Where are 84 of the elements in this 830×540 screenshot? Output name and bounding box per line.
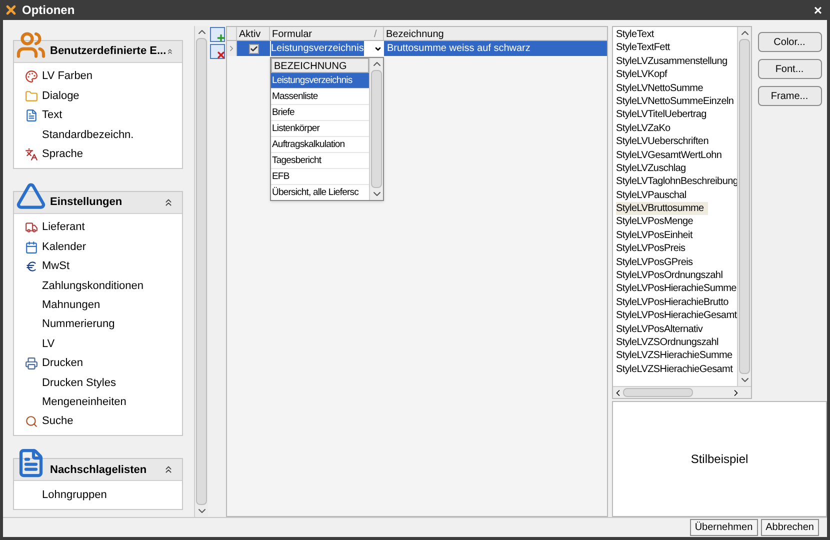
style-list-item[interactable]: StyleLVPosHierachieGesamt xyxy=(616,309,737,323)
close-button[interactable]: × xyxy=(810,3,826,17)
sidebar-item[interactable]: LV Farben xyxy=(42,68,93,85)
sort-mark: / xyxy=(374,27,384,40)
style-list-item[interactable]: StyleLVZuschlag xyxy=(616,162,690,176)
palette-icon xyxy=(24,70,38,84)
style-list-item[interactable]: StyleLVPosMenge xyxy=(616,215,698,229)
table-cell-text: Bruttosumme weiss auf schwarz xyxy=(386,42,532,56)
group-title: Einstellungen xyxy=(50,195,124,210)
delete-row-icon[interactable] xyxy=(210,44,224,59)
app-logo-icon xyxy=(4,3,18,17)
style-list-item[interactable]: StyleLVPosGPreis xyxy=(616,256,697,270)
scrollbar-thumb[interactable] xyxy=(371,70,382,188)
scrollbar-thumb[interactable] xyxy=(196,38,207,505)
sidebar-item[interactable]: Drucken Styles xyxy=(42,374,116,392)
style-list-item[interactable]: StyleLVPosEinheit xyxy=(616,228,696,242)
style-list-item[interactable]: StyleTextFett xyxy=(616,41,674,55)
sidebar-item[interactable]: Text xyxy=(42,107,62,124)
style-list-item[interactable]: StyleLVPauschal xyxy=(616,188,690,202)
style-list-item[interactable]: StyleLVPosHierachieBrutto xyxy=(616,296,732,310)
dialog-button[interactable]: Übernehmen xyxy=(690,519,758,536)
dropdown-caret-icon[interactable] xyxy=(374,44,382,52)
window-title: Optionen xyxy=(22,2,75,19)
style-preview-text: Stilbeispiel xyxy=(690,451,748,468)
row-indicator-icon xyxy=(227,44,236,53)
dropdown-option[interactable]: Leistungsverzeichnis xyxy=(271,73,369,89)
style-list-item[interactable]: StyleLVZaKo xyxy=(616,122,674,136)
style-list-item[interactable]: StyleText xyxy=(616,28,658,42)
sidebar-item[interactable]: MwSt xyxy=(42,258,70,275)
sidebar-item[interactable]: LV xyxy=(42,336,55,352)
sidebar-item[interactable]: Dialoge xyxy=(42,88,80,104)
add-row-icon[interactable] xyxy=(210,27,224,42)
scrollbar-thumb[interactable] xyxy=(739,39,750,374)
style-button[interactable]: Color... xyxy=(758,32,822,52)
column-header[interactable]: Bezeichnung xyxy=(384,27,607,40)
collapse-icon[interactable] xyxy=(163,196,174,208)
folder-icon xyxy=(24,90,38,103)
sidebar-item[interactable]: Lohngruppen xyxy=(42,486,107,504)
dialog-button[interactable]: Abbrechen xyxy=(760,519,819,536)
style-list-item[interactable]: StyleLVZusammenstellung xyxy=(616,54,732,68)
people-icon xyxy=(16,30,46,60)
document-icon xyxy=(24,108,38,122)
style-list-item[interactable]: StyleLVBruttosumme xyxy=(616,202,708,216)
style-list-item[interactable]: StyleLVZSHierachieGesamt xyxy=(616,362,737,376)
style-list-item[interactable]: StyleLVKopf xyxy=(616,68,671,82)
style-button[interactable]: Frame... xyxy=(758,86,822,106)
sidebar-item[interactable]: Mahnungen xyxy=(42,296,100,314)
sidebar-item[interactable]: Mengeneinheiten xyxy=(42,394,126,410)
style-list-item[interactable]: StyleLVPosOrdnungszahl xyxy=(616,269,727,282)
group-title: Benutzerdefinierte E... xyxy=(50,44,166,60)
column-header[interactable]: Aktiv xyxy=(237,27,270,40)
column-header[interactable]: Formular xyxy=(270,27,374,40)
sidebar-item[interactable]: Zahlungskonditionen xyxy=(42,278,144,294)
sidebar-item[interactable]: Standardbezeichn. xyxy=(42,126,134,144)
style-list-item[interactable]: StyleLVZSHierachieSumme xyxy=(616,349,736,363)
sidebar-item[interactable]: Kalender xyxy=(42,238,86,256)
sidebar-item[interactable]: Nummerierung xyxy=(42,316,115,333)
sidebar-item[interactable]: Lieferant xyxy=(42,219,85,236)
style-list-item[interactable]: StyleLVPosPreis xyxy=(616,242,690,256)
style-list-item[interactable]: StyleLVUeberschriften xyxy=(616,135,712,149)
sidebar-item[interactable]: Suche xyxy=(42,413,74,430)
collapse-icon[interactable] xyxy=(163,464,174,476)
list-header: BEZEICHNUNG xyxy=(271,58,369,73)
search-icon xyxy=(24,415,38,428)
language-icon xyxy=(24,148,38,161)
style-list-item[interactable]: StyleLVNettoSumme xyxy=(616,82,707,95)
truck-icon xyxy=(24,221,38,234)
style-button[interactable]: Font... xyxy=(758,59,822,79)
printer-icon xyxy=(24,356,38,370)
sidebar-item[interactable]: Drucken xyxy=(42,355,83,372)
group-title: Nachschlagelisten xyxy=(50,462,148,478)
style-list-item[interactable]: StyleLVPosHierachieSumme xyxy=(616,282,737,296)
calendar-icon xyxy=(24,240,38,254)
sidebar-item[interactable]: Sprache xyxy=(42,146,83,162)
table-row[interactable]: Leistungsverzeichnis Bruttosumme weiss auf schwarz xyxy=(227,41,607,56)
formular-dropdown[interactable]: Leistungsverzeichnis xyxy=(270,41,384,56)
style-list-item[interactable]: StyleLVNettoSummeEinzeln xyxy=(616,94,737,108)
style-list-item[interactable]: StyleLVPosAlternativ xyxy=(616,322,707,336)
style-list-item[interactable]: StyleLVZSOrdnungszahl xyxy=(616,336,722,350)
style-list-item[interactable]: StyleLVGesamtWertLohn xyxy=(616,148,726,162)
style-list-item[interactable]: StyleLVTitelUebertrag xyxy=(616,108,710,122)
euro-icon xyxy=(24,260,38,273)
checkbox[interactable] xyxy=(248,44,258,54)
horizontal-scrollbar-thumb[interactable] xyxy=(623,388,693,397)
